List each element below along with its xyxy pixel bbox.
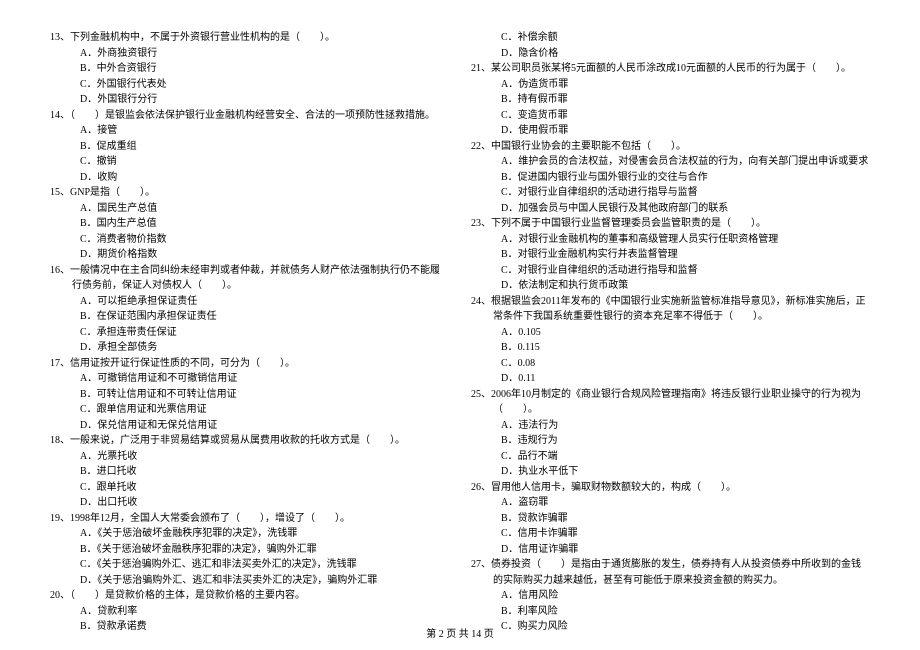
q14-optA: A．接管 — [50, 123, 449, 139]
q13-text: 13、下列金融机构中，不属于外资银行营业性机构的是（ ）。 — [50, 30, 449, 46]
q26-optD: D．信用证诈骗罪 — [471, 542, 870, 558]
q20-optA: A．贷款利率 — [50, 604, 449, 620]
q26-text: 26、冒用他人信用卡，骗取财物数额较大的，构成（ ）。 — [471, 480, 870, 496]
q14-text: 14、（ ）是银监会依法保护银行业金融机构经营安全、合法的一项预防性拯救措施。 — [50, 108, 449, 124]
q15-text: 15、GNP是指（ ）。 — [50, 185, 449, 201]
q24-optA: A．0.105 — [471, 325, 870, 341]
q23-optD: D．依法制定和执行货币政策 — [471, 278, 870, 294]
q21-optA: A．伪造货币罪 — [471, 77, 870, 93]
q19-optD: D．《关于惩治骗购外汇、逃汇和非法买卖外汇的决定》，骗购外汇罪 — [50, 573, 449, 589]
q19-text: 19、1998年12月，全国人大常委会颁布了（ ），增设了（ ）。 — [50, 511, 449, 527]
q14-optC: C．撤销 — [50, 154, 449, 170]
q23-optC: C．对银行业自律组织的活动进行指导和监督 — [471, 263, 870, 279]
q15-optD: D．期货价格指数 — [50, 247, 449, 263]
q20-text: 20、（ ）是贷款价格的主体，是贷款价格的主要内容。 — [50, 588, 449, 604]
q19-optA: A．《关于惩治破坏金融秩序犯罪的决定》，洗钱罪 — [50, 526, 449, 542]
q25-text: 25、2006年10月制定的《商业银行合规风险管理指南》将违反银行业职业操守的行… — [471, 387, 870, 418]
q17-optD: D．保兑信用证和无保兑信用证 — [50, 418, 449, 434]
q15-optC: C．消费者物价指数 — [50, 232, 449, 248]
q15-optA: A．国民生产总值 — [50, 201, 449, 217]
q18-text: 18、一般来说，广泛用于非贸易结算或贸易从属费用收款的托收方式是（ ）。 — [50, 433, 449, 449]
q16-optD: D．承担全部债务 — [50, 340, 449, 356]
q25-optB: B．违规行为 — [471, 433, 870, 449]
q13-optA: A．外商独资银行 — [50, 46, 449, 62]
q22-optD: D．加强会员与中国人民银行及其他政府部门的联系 — [471, 201, 870, 217]
q13-optB: B．中外合资银行 — [50, 61, 449, 77]
q17-optC: C．跟单信用证和光票信用证 — [50, 402, 449, 418]
q22-text: 22、中国银行业协会的主要职能不包括（ ）。 — [471, 139, 870, 155]
q21-text: 21、某公司职员张某将5元面额的人民币涂改成10元面额的人民币的行为属于（ ）。 — [471, 61, 870, 77]
q13-optC: C．外国银行代表处 — [50, 77, 449, 93]
q18-optC: C．跟单托收 — [50, 480, 449, 496]
q19-optB: B．《关于惩治破坏金融秩序犯罪的决定》，骗购外汇罪 — [50, 542, 449, 558]
right-column: C．补偿余额 D．隐含价格 21、某公司职员张某将5元面额的人民币涂改成10元面… — [471, 30, 870, 635]
q26-optA: A．盗窃罪 — [471, 495, 870, 511]
q24-optD: D．0.11 — [471, 371, 870, 387]
q18-optA: A．光票托收 — [50, 449, 449, 465]
q16-optA: A．可以拒绝承担保证责任 — [50, 294, 449, 310]
q25-optA: A．违法行为 — [471, 418, 870, 434]
q24-text: 24、根据银监会2011年发布的《中国银行业实施新监管标准指导意见》，新标准实施… — [471, 294, 870, 325]
page-columns: 13、下列金融机构中，不属于外资银行营业性机构的是（ ）。 A．外商独资银行 B… — [50, 30, 870, 635]
q21-optD: D．使用假币罪 — [471, 123, 870, 139]
q18-optD: D．出口托收 — [50, 495, 449, 511]
page-footer: 第 2 页 共 14 页 — [0, 627, 920, 643]
q27-optB: B．利率风险 — [471, 604, 870, 620]
q26-optB: B．贷款诈骗罪 — [471, 511, 870, 527]
q27-text: 27、债券投资（ ）是指由于通货膨胀的发生，债券持有人从投资债券中所收到的金钱的… — [471, 557, 870, 588]
q22-optC: C．对银行业自律组织的活动进行指导与监督 — [471, 185, 870, 201]
q17-text: 17、信用证按开证行保证性质的不同，可分为（ ）。 — [50, 356, 449, 372]
q17-optB: B．可转让信用证和不可转让信用证 — [50, 387, 449, 403]
q20-optC: C．补偿余额 — [471, 30, 870, 46]
q16-optB: B．在保证范围内承担保证责任 — [50, 309, 449, 325]
q26-optC: C．信用卡诈骗罪 — [471, 526, 870, 542]
q20-optD: D．隐含价格 — [471, 46, 870, 62]
q17-optA: A．可撤销信用证和不可撤销信用证 — [50, 371, 449, 387]
q15-optB: B．国内生产总值 — [50, 216, 449, 232]
q21-optB: B．持有假币罪 — [471, 92, 870, 108]
q14-optB: B．促成重组 — [50, 139, 449, 155]
q18-optB: B．进口托收 — [50, 464, 449, 480]
q13-optD: D．外国银行分行 — [50, 92, 449, 108]
left-column: 13、下列金融机构中，不属于外资银行营业性机构的是（ ）。 A．外商独资银行 B… — [50, 30, 449, 635]
q16-optC: C．承担连带责任保证 — [50, 325, 449, 341]
q27-optA: A．信用风险 — [471, 588, 870, 604]
q25-optD: D．执业水平低下 — [471, 464, 870, 480]
q16-text: 16、一般情况中在主合同纠纷未经审判或者仲裁，并就债务人财产依法强制执行仍不能履… — [50, 263, 449, 294]
q23-text: 23、下列不属于中国银行业监督管理委员会监管职责的是（ ）。 — [471, 216, 870, 232]
q19-optC: C．《关于惩治骗购外汇、逃汇和非法买卖外汇的决定》，洗钱罪 — [50, 557, 449, 573]
q22-optA: A．维护会员的合法权益，对侵害会员合法权益的行为，向有关部门提出申诉或要求 — [471, 154, 870, 170]
q23-optA: A．对银行业金融机构的董事和高级管理人员实行任职资格管理 — [471, 232, 870, 248]
q25-optC: C．品行不端 — [471, 449, 870, 465]
q22-optB: B．促进国内银行业与国外银行业的交往与合作 — [471, 170, 870, 186]
q21-optC: C．变造货币罪 — [471, 108, 870, 124]
q24-optB: B．0.115 — [471, 340, 870, 356]
q24-optC: C．0.08 — [471, 356, 870, 372]
q23-optB: B．对银行业金融机构实行并表监督管理 — [471, 247, 870, 263]
q14-optD: D．收购 — [50, 170, 449, 186]
